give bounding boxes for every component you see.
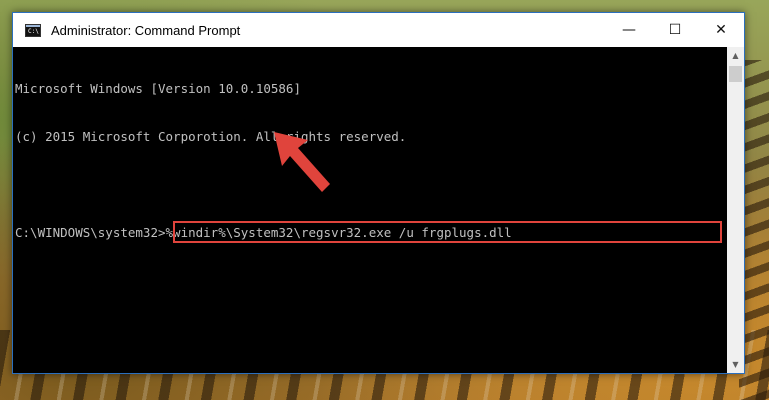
scroll-thumb[interactable] <box>729 66 742 82</box>
window-title: Administrator: Command Prompt <box>51 22 241 38</box>
scroll-up-icon[interactable]: ▲ <box>727 47 744 64</box>
minimize-button[interactable]: — <box>606 13 652 47</box>
command-prompt-window[interactable]: C:\ Administrator: Command Prompt — ☐ ✕ … <box>12 12 745 374</box>
arrow-shape <box>274 132 330 192</box>
cmd-icon: C:\ <box>25 23 41 37</box>
command-line[interactable]: C:\WINDOWS\system32>%windir%\System32\re… <box>15 221 727 243</box>
vertical-scrollbar[interactable]: ▲ ▼ <box>727 47 744 373</box>
scroll-down-icon[interactable]: ▼ <box>727 356 744 373</box>
window-controls: — ☐ ✕ <box>606 13 744 47</box>
prompt-text: C:\WINDOWS\system32> <box>15 225 166 240</box>
maximize-button[interactable]: ☐ <box>652 13 698 47</box>
title-bar[interactable]: C:\ Administrator: Command Prompt — ☐ ✕ <box>13 13 744 47</box>
console-line: (c) 2015 Microsoft Corporotion. All righ… <box>15 129 407 144</box>
console-line: Microsoft Windows [Version 10.0.10586] <box>15 81 301 96</box>
command-highlight-box <box>173 221 722 243</box>
close-button[interactable]: ✕ <box>698 13 744 47</box>
console-output[interactable]: Microsoft Windows [Version 10.0.10586] (… <box>13 47 727 373</box>
red-arrow-icon <box>274 132 330 192</box>
